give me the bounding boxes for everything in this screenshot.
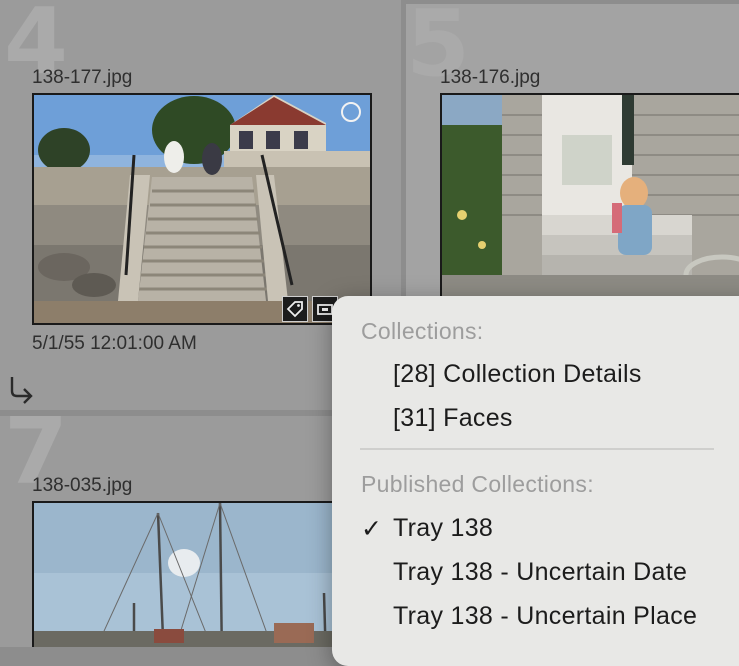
filename-label: 138-177.jpg: [32, 67, 133, 88]
thumbnail-image[interactable]: [32, 93, 372, 325]
collections-header: Collections:: [361, 318, 484, 344]
published-collections-header: Published Collections:: [361, 471, 594, 497]
filename-label: 138-176.jpg: [440, 67, 541, 88]
collections-context-menu: Collections: [28] Collection Details [31…: [332, 296, 739, 666]
keyword-tag-icon[interactable]: [282, 296, 308, 322]
rotate-icon[interactable]: [8, 374, 38, 404]
menu-item-tray-138[interactable]: Tray 138: [393, 514, 493, 543]
checkmark-icon: ✓: [361, 515, 382, 543]
menu-separator: [360, 448, 714, 450]
menu-item-faces[interactable]: [31] Faces: [393, 404, 513, 433]
capture-date-label: 5/1/55 12:01:00 AM: [32, 333, 197, 354]
menu-item-tray-138-uncertain-date[interactable]: Tray 138 - Uncertain Date: [393, 558, 687, 587]
thumbnail-image[interactable]: [32, 501, 372, 647]
menu-item-collection-details[interactable]: [28] Collection Details: [393, 360, 642, 389]
select-circle-icon[interactable]: [341, 102, 361, 122]
filename-label: 138-035.jpg: [32, 475, 133, 496]
menu-item-tray-138-uncertain-place[interactable]: Tray 138 - Uncertain Place: [393, 602, 697, 631]
thumbnail-image[interactable]: [440, 93, 739, 311]
